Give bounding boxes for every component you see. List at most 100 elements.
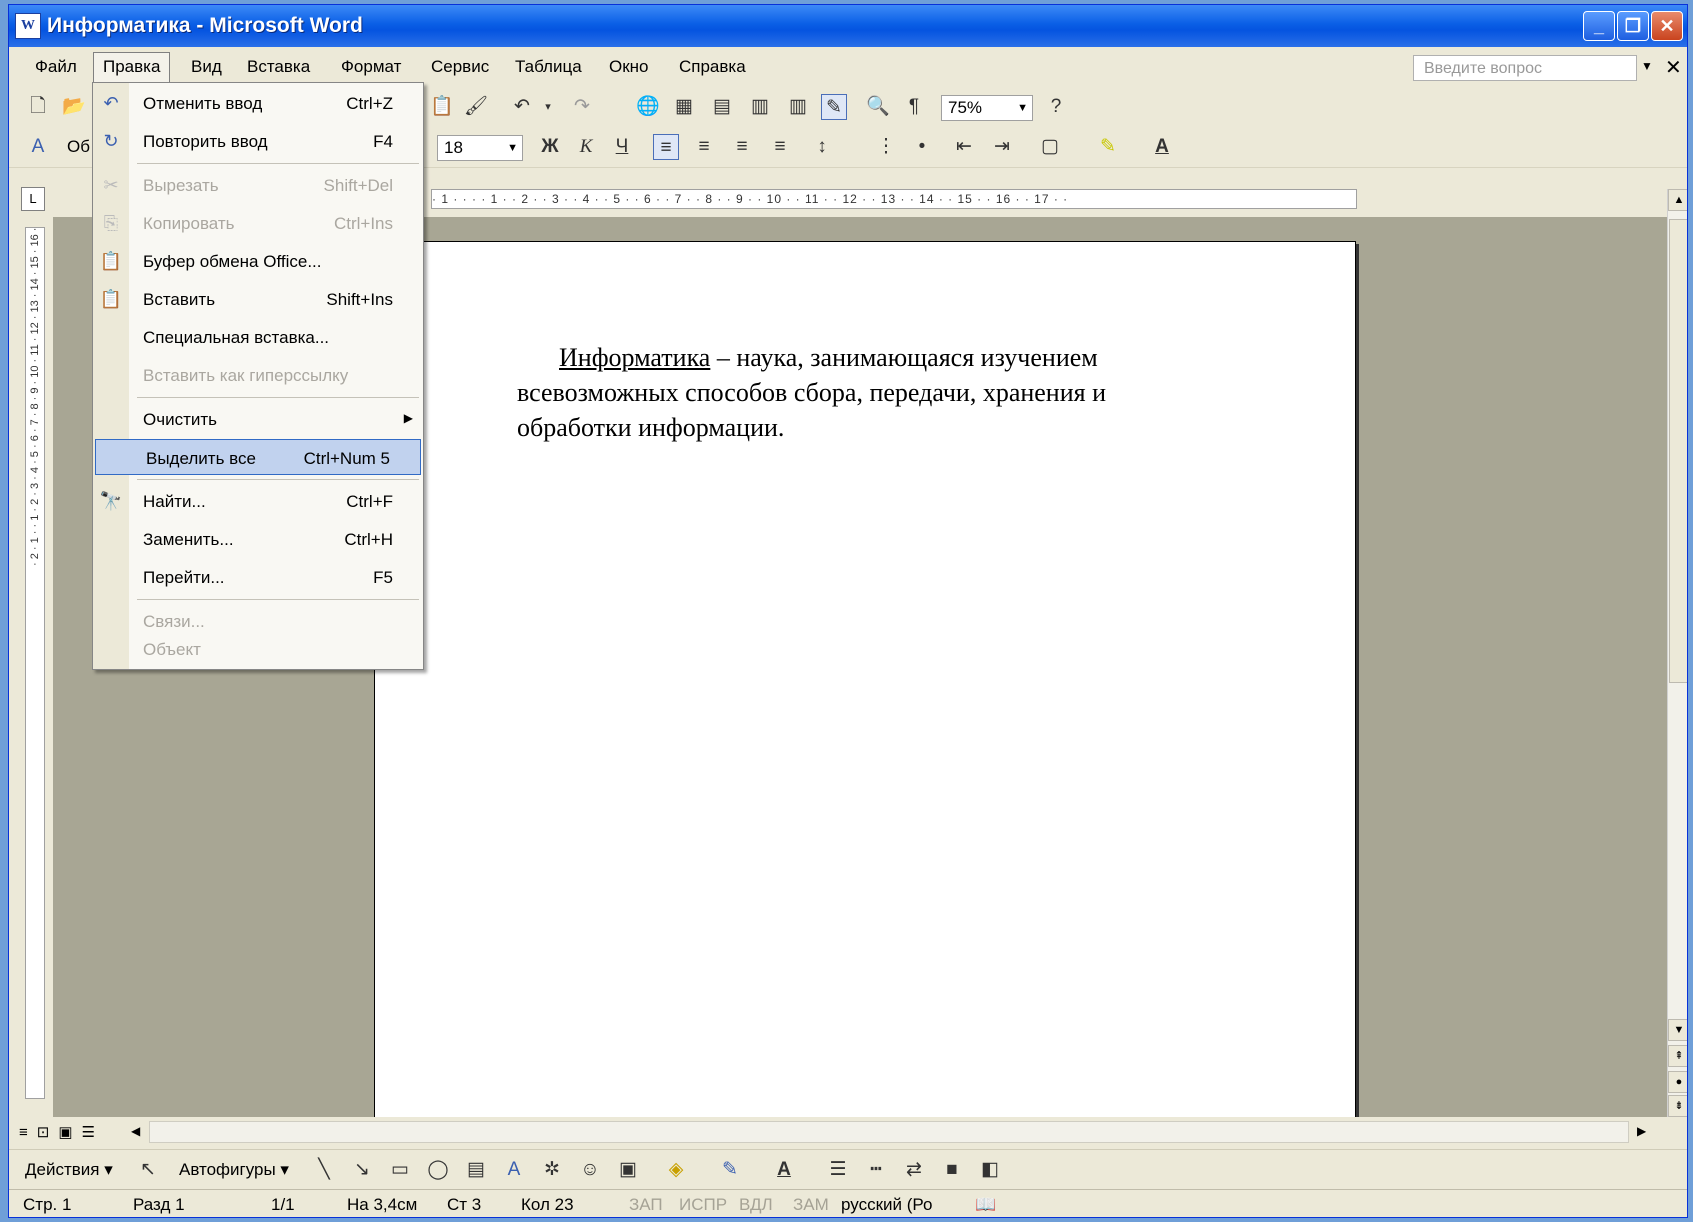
scroll-down-icon[interactable]: ▼ <box>1668 1019 1687 1041</box>
rectangle-icon[interactable]: ▭ <box>387 1157 413 1183</box>
actions-menu[interactable]: Действия ▾ <box>25 1160 113 1180</box>
status-trk[interactable]: ИСПР <box>679 1195 727 1215</box>
next-page-icon[interactable]: ⇟ <box>1668 1095 1687 1117</box>
bullets-icon[interactable]: • <box>909 134 935 160</box>
menu-format[interactable]: Формат <box>341 57 401 77</box>
menu-edit[interactable]: Правка <box>93 52 171 85</box>
undo-toolbar-icon[interactable]: ↶ <box>509 94 535 120</box>
menu-item-find[interactable]: 🔭 Найти... Ctrl+F <box>93 483 423 519</box>
menu-item-paste-special[interactable]: Специальная вставка... <box>93 319 423 355</box>
menu-item-undo[interactable]: ↶ Отменить ввод Ctrl+Z <box>93 85 423 121</box>
diagram-icon[interactable]: ✲ <box>539 1157 565 1183</box>
styles-icon[interactable]: A <box>25 134 51 160</box>
style-combo-partial[interactable]: Об <box>67 137 90 157</box>
vertical-ruler[interactable]: · 2 · 1 · · 1 · 2 · 3 · 4 · 5 · 6 · 7 · … <box>25 227 45 1099</box>
draw-font-color-icon[interactable]: A <box>771 1157 797 1183</box>
select-objects-icon[interactable]: ↖ <box>135 1157 161 1183</box>
textbox-icon[interactable]: ▤ <box>463 1157 489 1183</box>
menu-item-cut[interactable]: ✂ Вырезать Shift+Del <box>93 167 423 203</box>
document-page[interactable]: Информатика – наука, занимающаяся изучен… <box>374 241 1356 1117</box>
menu-item-select-all[interactable]: Выделить все Ctrl+Num 5 <box>95 439 421 475</box>
dash-style-icon[interactable]: ┅ <box>863 1157 889 1183</box>
menu-tools[interactable]: Сервис <box>431 57 489 77</box>
new-document-icon[interactable]: 🗋 <box>25 94 51 120</box>
fill-color-icon[interactable]: ◈ <box>663 1157 689 1183</box>
tables-borders-icon[interactable]: ▦ <box>671 94 697 120</box>
zoom-combo[interactable]: 75% ▼ <box>941 95 1033 121</box>
document-text[interactable]: Информатика – наука, занимающаяся изучен… <box>517 340 1217 445</box>
3d-icon[interactable]: ◧ <box>977 1157 1003 1183</box>
oval-icon[interactable]: ◯ <box>425 1157 451 1183</box>
bold-icon[interactable]: Ж <box>537 134 563 160</box>
menu-item-goto[interactable]: Перейти... F5 <box>93 559 423 595</box>
status-rec[interactable]: ЗАП <box>629 1195 663 1215</box>
vertical-scrollbar[interactable]: ▲ ▼ ⇞ ● ⇟ <box>1667 189 1687 1117</box>
insert-table-icon[interactable]: ▤ <box>709 94 735 120</box>
status-ext[interactable]: ВДЛ <box>739 1195 773 1215</box>
open-icon[interactable]: 📂 <box>61 94 87 120</box>
redo-toolbar-icon[interactable]: ↷ <box>569 94 595 120</box>
zoom-dropdown-icon[interactable]: ▼ <box>1017 96 1028 120</box>
line-color-icon[interactable]: ✎ <box>717 1157 743 1183</box>
tab-selector-icon[interactable]: L <box>21 187 45 211</box>
align-right-icon[interactable]: ≡ <box>729 134 755 160</box>
insert-excel-icon[interactable]: ▥ <box>747 94 773 120</box>
underline-icon[interactable]: Ч <box>609 134 635 160</box>
clipart-icon[interactable]: ☺ <box>577 1157 603 1183</box>
menu-help[interactable]: Справка <box>679 57 746 77</box>
view-buttons-icon[interactable]: ≡⊡▣☰ <box>19 1123 104 1141</box>
horizontal-ruler[interactable]: · 1 · · · · 1 · · 2 · · 3 · · 4 · · 5 · … <box>431 189 1357 209</box>
ask-dropdown-icon[interactable]: ▼ <box>1641 59 1653 73</box>
picture-icon[interactable]: ▣ <box>615 1157 641 1183</box>
browse-object-icon[interactable]: ● <box>1668 1071 1687 1093</box>
menu-item-clear[interactable]: Очистить ▶ <box>93 401 423 437</box>
minimize-button[interactable]: _ <box>1583 11 1615 41</box>
menu-item-object[interactable]: Объект <box>93 631 423 667</box>
menu-item-paste[interactable]: 📋 Вставить Shift+Ins <box>93 281 423 317</box>
font-size-combo[interactable]: 18 ▼ <box>437 135 523 161</box>
menu-file[interactable]: Файл <box>35 57 77 77</box>
show-formatting-icon[interactable]: ¶ <box>901 94 927 120</box>
spelling-status-icon[interactable]: 📖 <box>975 1195 996 1215</box>
undo-dropdown-icon[interactable]: ▾ <box>535 94 561 120</box>
arrow-style-icon[interactable]: ⇄ <box>901 1157 927 1183</box>
font-color-icon[interactable]: A <box>1149 134 1175 160</box>
menu-item-copy[interactable]: ⎘ Копировать Ctrl+Ins <box>93 205 423 241</box>
document-map-icon[interactable]: 🔍 <box>865 94 891 120</box>
align-left-icon[interactable]: ≡ <box>653 134 679 160</box>
italic-icon[interactable]: К <box>573 134 599 160</box>
arrow-icon[interactable]: ↘ <box>349 1157 375 1183</box>
line-spacing-icon[interactable]: ↕ <box>809 134 835 160</box>
menu-window[interactable]: Окно <box>609 57 649 77</box>
menu-item-office-clipboard[interactable]: 📋 Буфер обмена Office... <box>93 243 423 279</box>
align-center-icon[interactable]: ≡ <box>691 134 717 160</box>
hyperlink-icon[interactable]: 🌐 <box>635 94 661 120</box>
line-icon[interactable]: ╲ <box>311 1157 337 1183</box>
word-app-icon[interactable]: W <box>15 13 41 39</box>
ask-question-input[interactable]: Введите вопрос <box>1413 55 1637 81</box>
horizontal-scrollbar[interactable] <box>149 1121 1629 1143</box>
columns-icon[interactable]: ▥ <box>785 94 811 120</box>
wordart-icon[interactable]: A <box>501 1157 527 1183</box>
scroll-up-icon[interactable]: ▲ <box>1668 189 1687 211</box>
highlight-icon[interactable]: ✎ <box>1095 134 1121 160</box>
scroll-thumb[interactable] <box>1669 219 1687 683</box>
menu-item-replace[interactable]: Заменить... Ctrl+H <box>93 521 423 557</box>
menu-view[interactable]: Вид <box>191 57 222 77</box>
justify-icon[interactable]: ≡ <box>767 134 793 160</box>
shadow-icon[interactable]: ■ <box>939 1157 965 1183</box>
drawing-icon[interactable]: ✎ <box>821 94 847 120</box>
decrease-indent-icon[interactable]: ⇤ <box>951 134 977 160</box>
title-bar[interactable]: W Информатика - Microsoft Word _ ❐ ✕ <box>9 5 1687 47</box>
increase-indent-icon[interactable]: ⇥ <box>989 134 1015 160</box>
menu-insert[interactable]: Вставка <box>247 57 310 77</box>
close-button[interactable]: ✕ <box>1651 11 1683 41</box>
scroll-right-icon[interactable]: ▶ <box>1637 1124 1646 1138</box>
close-document-icon[interactable]: ✕ <box>1665 55 1682 80</box>
help-icon[interactable]: ? <box>1043 94 1069 120</box>
menu-item-paste-hyperlink[interactable]: Вставить как гиперссылку <box>93 357 423 393</box>
menu-table[interactable]: Таблица <box>515 57 582 77</box>
scroll-left-icon[interactable]: ◀ <box>131 1124 140 1138</box>
previous-page-icon[interactable]: ⇞ <box>1668 1045 1687 1067</box>
paste-toolbar-icon[interactable]: 📋 <box>429 94 455 120</box>
